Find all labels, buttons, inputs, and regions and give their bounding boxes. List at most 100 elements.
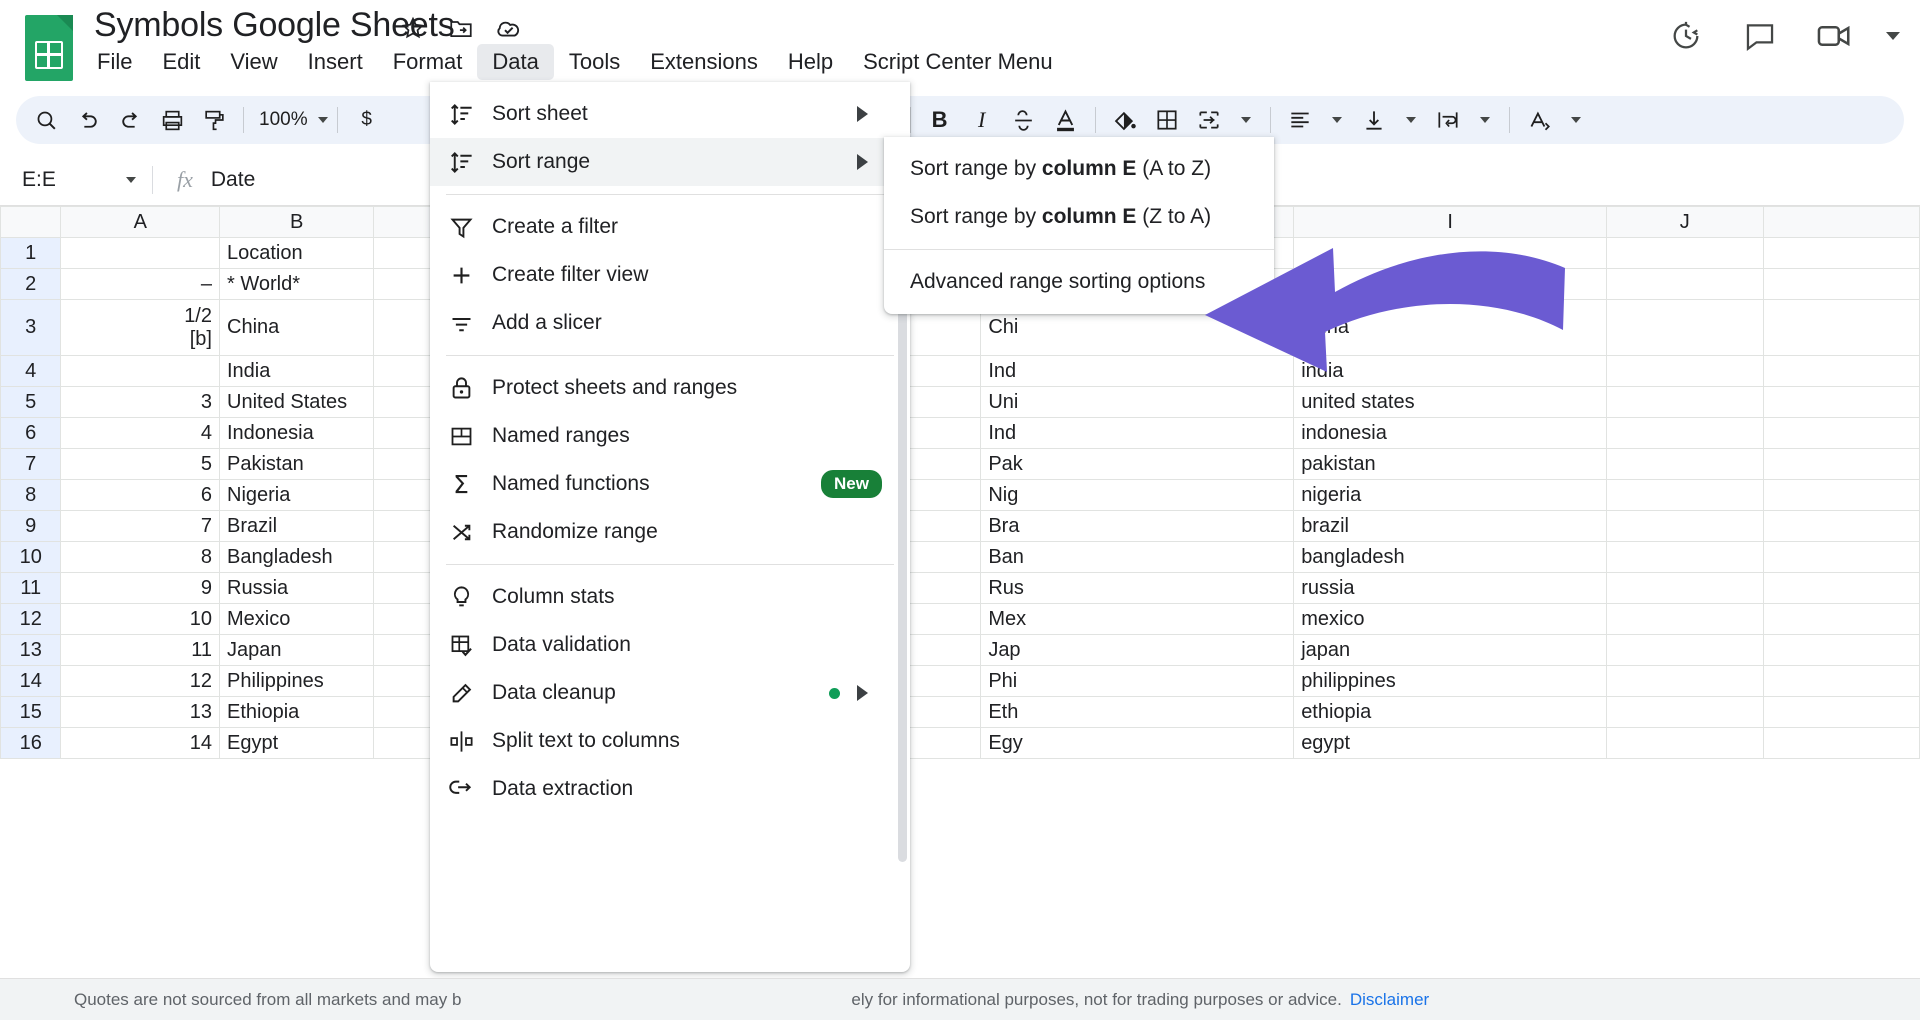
- cell-h[interactable]: Phi: [980, 665, 1295, 697]
- spreadsheet-grid[interactable]: A B C I J 1LocationPopulat2–* World*8,11…: [0, 206, 1920, 978]
- table-row[interactable]: 75Pakistan241,us res [f]Pakpakistan: [0, 448, 1920, 480]
- fill-color-icon[interactable]: [1105, 100, 1145, 140]
- cell-b[interactable]: United States: [218, 386, 375, 418]
- cell-a[interactable]: 7: [60, 510, 220, 542]
- menu-item-split-text-to-columns[interactable]: Split text to columns: [430, 717, 910, 765]
- cell-j[interactable]: [1606, 510, 1764, 542]
- cell-b[interactable]: Philippines: [218, 665, 375, 697]
- bold-icon[interactable]: B: [920, 100, 960, 140]
- cell-i[interactable]: brazil: [1293, 510, 1608, 542]
- cell-k[interactable]: [1762, 572, 1920, 604]
- menu-item-create-filter-view[interactable]: Create filter view: [430, 251, 910, 299]
- cell-b[interactable]: Location: [218, 237, 375, 269]
- cell-j[interactable]: [1606, 299, 1764, 356]
- cell-h[interactable]: Uni: [980, 386, 1295, 418]
- cell-k[interactable]: [1762, 237, 1920, 269]
- chevron-down-icon[interactable]: [1886, 32, 1900, 40]
- menu-item-sort-range[interactable]: Sort range: [430, 138, 910, 186]
- cell-i[interactable]: china: [1293, 299, 1608, 356]
- cell-i[interactable]: pakistan: [1293, 448, 1608, 480]
- cell-b[interactable]: * World*: [218, 268, 375, 300]
- table-row[interactable]: 86Nigeria223,jection[10]Nignigeria: [0, 479, 1920, 511]
- row-header[interactable]: 14: [0, 665, 62, 697]
- row-header[interactable]: 16: [0, 727, 62, 759]
- column-header-j[interactable]: J: [1606, 206, 1764, 238]
- strikethrough-icon[interactable]: [1004, 100, 1044, 140]
- text-color-icon[interactable]: [1046, 100, 1086, 140]
- cell-k[interactable]: [1762, 727, 1920, 759]
- row-header[interactable]: 1: [0, 237, 62, 269]
- cell-a[interactable]: 9: [60, 572, 220, 604]
- cell-b[interactable]: Bangladesh: [218, 541, 375, 573]
- cell-k[interactable]: [1762, 603, 1920, 635]
- cell-j[interactable]: [1606, 634, 1764, 666]
- table-row[interactable]: 1513Ethiopia107,nnual projection[17]Ethe…: [0, 696, 1920, 728]
- row-header[interactable]: 3: [0, 299, 62, 356]
- search-icon[interactable]: [26, 100, 66, 140]
- row-header[interactable]: 11: [0, 572, 62, 604]
- move-to-folder-icon[interactable]: [446, 13, 476, 43]
- cell-b[interactable]: Mexico: [218, 603, 375, 635]
- row-header[interactable]: 4: [0, 355, 62, 387]
- menu-item-add-a-slicer[interactable]: Add a slicer: [430, 299, 910, 347]
- halign-caret[interactable]: [1322, 117, 1352, 123]
- text-wrap-icon[interactable]: [1428, 100, 1468, 140]
- cell-a[interactable]: 14: [60, 727, 220, 759]
- cell-a[interactable]: 11: [60, 634, 220, 666]
- cell-b[interactable]: India: [218, 355, 375, 387]
- valign-caret[interactable]: [1396, 117, 1426, 123]
- cell-j[interactable]: [1606, 237, 1764, 269]
- cell-k[interactable]: [1762, 448, 1920, 480]
- cell-j[interactable]: [1606, 727, 1764, 759]
- menu-item-data-validation[interactable]: Data validation: [430, 621, 910, 669]
- row-header[interactable]: 8: [0, 479, 62, 511]
- cell-j[interactable]: [1606, 417, 1764, 449]
- menu-insert[interactable]: Insert: [293, 44, 378, 80]
- horizontal-align-icon[interactable]: [1280, 100, 1320, 140]
- cell-k[interactable]: [1762, 268, 1920, 300]
- column-header-i[interactable]: I: [1293, 206, 1608, 238]
- disclaimer-link[interactable]: Disclaimer: [1342, 990, 1429, 1010]
- cell-i[interactable]: indonesia: [1293, 417, 1608, 449]
- table-row[interactable]: 1311Japan123,imate[15]Japjapan: [0, 634, 1920, 666]
- cell-i[interactable]: philippines: [1293, 665, 1608, 697]
- cell-a[interactable]: [60, 355, 220, 387]
- menu-item-randomize-range[interactable]: Randomize range: [430, 508, 910, 556]
- menu-item-named-functions[interactable]: Σ Named functions New: [430, 460, 910, 508]
- cell-a[interactable]: 4: [60, 417, 220, 449]
- cell-j[interactable]: [1606, 268, 1764, 300]
- print-icon[interactable]: [152, 100, 192, 140]
- star-icon[interactable]: [398, 13, 428, 43]
- row-header[interactable]: 12: [0, 603, 62, 635]
- menu-format[interactable]: Format: [378, 44, 478, 80]
- menu-item-named-ranges[interactable]: Named ranges: [430, 412, 910, 460]
- formula-input[interactable]: Date: [211, 168, 255, 192]
- cell-a[interactable]: 12: [60, 665, 220, 697]
- cell-h[interactable]: Mex: [980, 603, 1295, 635]
- cell-b[interactable]: Egypt: [218, 727, 375, 759]
- row-header[interactable]: 6: [0, 417, 62, 449]
- menu-item-protect-sheets-and-ranges[interactable]: Protect sheets and ranges: [430, 364, 910, 412]
- cell-b[interactable]: Brazil: [218, 510, 375, 542]
- menu-extensions[interactable]: Extensions: [635, 44, 773, 80]
- menu-item-create-a-filter[interactable]: Create a filter: [430, 203, 910, 251]
- menu-help[interactable]: Help: [773, 44, 848, 80]
- table-row[interactable]: 119Russia146,imate[ [g]Rusrussia: [0, 572, 1920, 604]
- cell-a[interactable]: 1/2 [b]: [60, 299, 220, 356]
- menu-item-data-extraction[interactable]: Data extraction: [430, 765, 910, 813]
- cell-a[interactable]: 3: [60, 386, 220, 418]
- row-header[interactable]: 5: [0, 386, 62, 418]
- menu-item-data-cleanup[interactable]: Data cleanup: [430, 669, 910, 717]
- row-header[interactable]: 9: [0, 510, 62, 542]
- cell-i[interactable]: bangladesh: [1293, 541, 1608, 573]
- cell-b[interactable]: Pakistan: [218, 448, 375, 480]
- cell-j[interactable]: [1606, 696, 1764, 728]
- table-row[interactable]: 1614Egypt105,imate[18]Egyegypt: [0, 727, 1920, 759]
- row-header[interactable]: 10: [0, 541, 62, 573]
- cell-i[interactable]: russia: [1293, 572, 1608, 604]
- column-header-b[interactable]: B: [218, 206, 375, 238]
- redo-icon[interactable]: [110, 100, 150, 140]
- cell-i[interactable]: egypt: [1293, 727, 1608, 759]
- cell-h[interactable]: Nig: [980, 479, 1295, 511]
- column-header-k[interactable]: [1762, 206, 1920, 238]
